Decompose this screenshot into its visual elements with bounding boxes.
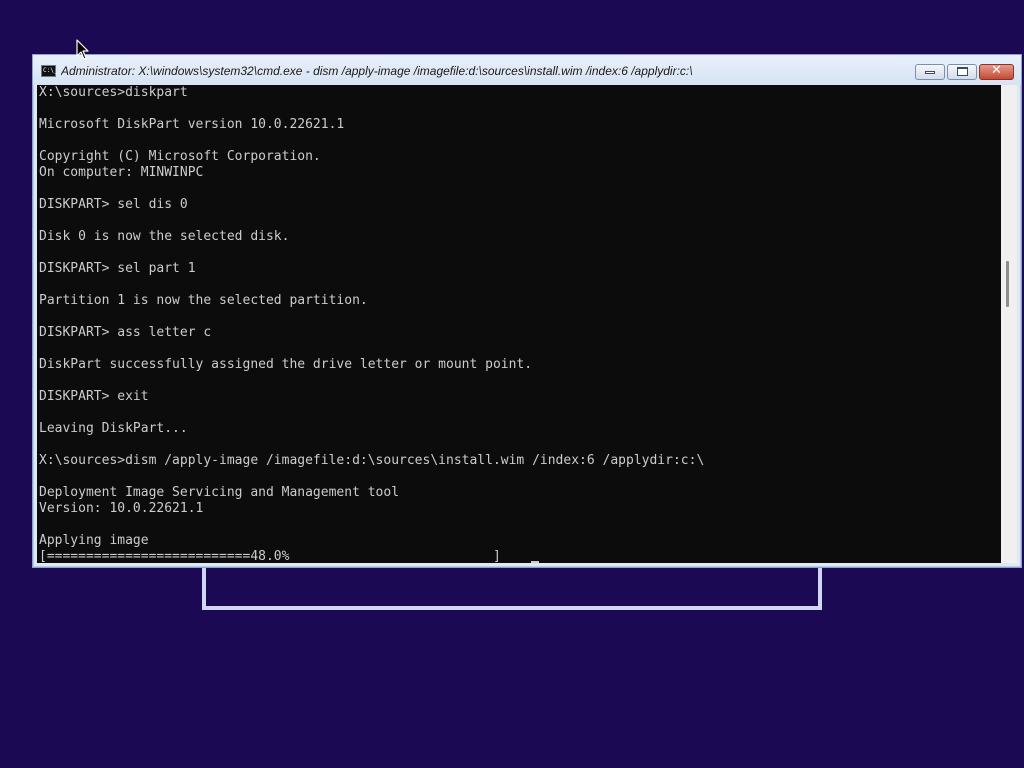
- console-line: [37, 517, 1001, 533]
- progress-bar-text: [==========================48.0% ]: [39, 549, 501, 563]
- console-line: [37, 309, 1001, 325]
- console-line: DISKPART> sel part 1: [39, 261, 196, 276]
- console-line: [37, 213, 1001, 229]
- window-title: Administrator: X:\windows\system32\cmd.e…: [61, 64, 693, 78]
- console-line: Microsoft DiskPart version 10.0.22621.1: [39, 117, 345, 132]
- cmd-window[interactable]: C:\_ Administrator: X:\windows\system32\…: [32, 54, 1022, 568]
- console-line: [37, 277, 1001, 293]
- console-line: X:\sources>dism /apply-image /imagefile:…: [39, 453, 705, 468]
- console-line: [37, 405, 1001, 421]
- console-line: Leaving DiskPart...: [39, 421, 188, 436]
- scrollbar-thumb[interactable]: [1006, 261, 1009, 307]
- close-icon: ✕: [991, 63, 1002, 78]
- console-lines: X:\sources>diskpart Microsoft DiskPart v…: [37, 85, 1001, 549]
- cmd-icon: C:\_: [41, 65, 57, 77]
- console-line: Applying image: [39, 533, 149, 548]
- console-line: On computer: MINWINPC: [39, 165, 204, 180]
- console-line: DISKPART> sel dis 0: [39, 197, 188, 212]
- maximize-button[interactable]: [947, 64, 977, 80]
- console-line: [37, 181, 1001, 197]
- console-line: Partition 1 is now the selected partitio…: [39, 293, 368, 308]
- console-line: [37, 437, 1001, 453]
- console-line: Deployment Image Servicing and Managemen…: [39, 485, 400, 500]
- mouse-pointer-icon: [76, 39, 89, 60]
- console-line: [37, 469, 1001, 485]
- console-line: DISKPART> ass letter c: [39, 325, 212, 340]
- console-line: [37, 341, 1001, 357]
- minimize-button[interactable]: [915, 64, 945, 80]
- console-output[interactable]: X:\sources>diskpart Microsoft DiskPart v…: [37, 85, 1001, 563]
- vertical-scrollbar[interactable]: [1001, 85, 1017, 563]
- console-line: DISKPART> exit: [39, 389, 149, 404]
- console-line: DiskPart successfully assigned the drive…: [39, 357, 533, 372]
- console-line: X:\sources>diskpart: [39, 85, 188, 100]
- console-line: Copyright (C) Microsoft Corporation.: [39, 149, 321, 164]
- minimize-icon: [925, 71, 935, 74]
- maximize-icon: [957, 67, 968, 76]
- text-cursor: [531, 561, 539, 563]
- console-line: Disk 0 is now the selected disk.: [39, 229, 290, 244]
- console-line: [37, 133, 1001, 149]
- title-bar[interactable]: C:\_ Administrator: X:\windows\system32\…: [33, 55, 1021, 85]
- console-line: [37, 101, 1001, 117]
- console-line: [37, 373, 1001, 389]
- console-line: Version: 10.0.22621.1: [39, 501, 204, 516]
- close-button[interactable]: ✕: [979, 63, 1014, 80]
- console-line: [37, 245, 1001, 261]
